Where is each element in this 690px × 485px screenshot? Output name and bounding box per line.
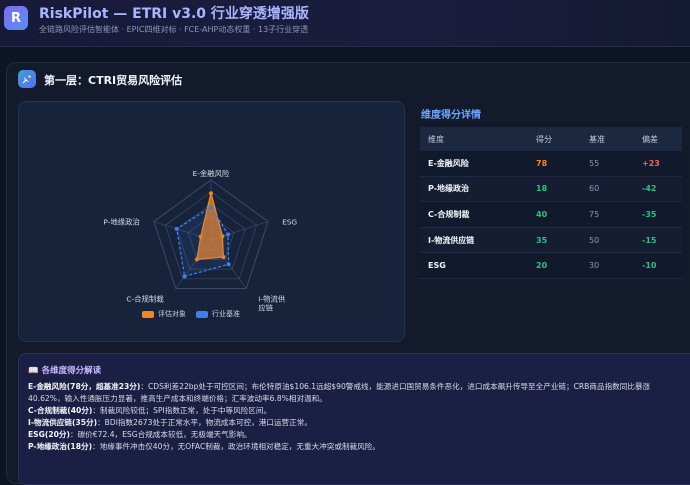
app-title: RiskPilot — ETRI v3.0 行业穿透增强版	[39, 6, 309, 22]
radar-series-benchmark	[176, 206, 230, 278]
row-deviation: +23	[634, 151, 682, 177]
radar-chart-panel: E-金融风险 ESG I-物流供应链 C-合规制裁 P-地缘政治	[18, 101, 405, 342]
app-header: R RiskPilot — ETRI v3.0 行业穿透增强版 全链路风险评估智…	[0, 0, 690, 47]
radar-axis-label: C-合规制裁	[126, 295, 164, 304]
row-score: 78	[528, 151, 581, 177]
table-row: ESG 20 30 -10	[420, 252, 682, 279]
row-score: 40	[528, 201, 581, 228]
table-row: P-地缘政治 18 60 -42	[420, 176, 682, 203]
interpretation-item-head: C-合规制裁(40分)	[28, 406, 93, 415]
radar-point-benchmark	[226, 262, 231, 267]
row-deviation: -42	[634, 176, 682, 203]
interpretation-item-head: E-金融风险(78分，超基准23分)	[28, 382, 141, 391]
detail-title: 维度得分详情	[421, 110, 481, 121]
interpretation-item-head: ESG(20分)	[28, 430, 70, 439]
interpretation-item-body: ：碳价€72.4，ESG合规成本较低，无极端天气影响。	[70, 430, 252, 439]
section-title: 第一层：CTRI贸易风险评估	[44, 74, 183, 87]
table-row: E-金融风险 78 55 +23	[420, 151, 682, 177]
row-dimension: E-金融风险	[420, 151, 528, 177]
interpretation-item-body: ：制裁风险较低；SPI指数正常，处于中等风险区间。	[92, 406, 272, 415]
row-deviation: -35	[634, 201, 682, 228]
radar-axis-label: I-物流供应链	[258, 295, 286, 313]
interpretation-item: C-合规制裁(40分)：制裁风险较低；SPI指数正常，处于中等风险区间。	[28, 405, 678, 417]
score-table: 维度 得分 基准 偏差 E-金融风险 78 55 +23 P-地缘政治 18 6…	[420, 127, 682, 279]
radar-axis-label: ESG	[282, 217, 297, 226]
legend-swatch-subject	[142, 310, 154, 318]
interpretation-title: 📖 各维度得分解读	[28, 364, 101, 376]
satellite-icon	[18, 70, 36, 88]
col-dimension: 维度	[420, 127, 528, 151]
row-standard: 60	[581, 176, 634, 203]
interpretation-item: ESG(20分)：碳价€72.4，ESG合规成本较低，无极端天气影响。	[28, 429, 678, 441]
row-score: 20	[528, 252, 581, 279]
radar-point-subject	[209, 191, 213, 196]
radar-point-benchmark	[182, 274, 187, 279]
legend-item-benchmark[interactable]: 行业基准	[196, 309, 240, 319]
row-deviation: -10	[634, 252, 682, 279]
app-logo: R	[4, 6, 28, 30]
row-standard: 75	[581, 201, 634, 228]
radar-point-benchmark	[174, 226, 179, 231]
radar-point-benchmark	[209, 205, 213, 209]
col-standard: 基准	[581, 127, 634, 151]
interpretation-item: P-地缘政治(18分)：地缘事件冲击仅40分，无OFAC制裁，政治环境相对稳定，…	[28, 441, 678, 453]
radar-axis-label: E-金融风险	[193, 169, 231, 178]
row-dimension: C-合规制裁	[420, 201, 528, 228]
col-score: 得分	[528, 127, 581, 151]
interpretation-text: E-金融风险(78分，超基准23分)：CDS利差22bp处于可控区间；布伦特原油…	[28, 381, 678, 453]
interpretation-title-text: 各维度得分解读	[41, 366, 102, 376]
book-icon: 📖	[28, 366, 39, 376]
interpretation-item-head: I-物流供应链(35分)	[28, 418, 98, 427]
legend-item-subject[interactable]: 评估对象	[142, 309, 186, 319]
legend-label-benchmark: 行业基准	[212, 310, 240, 318]
table-row: C-合规制裁 40 75 -35	[420, 201, 682, 228]
row-deviation: -15	[634, 227, 682, 254]
interpretation-item-body: ：地缘事件冲击仅40分，无OFAC制裁，政治环境相对稳定，无重大冲突或制裁风险。	[92, 442, 380, 451]
score-table-header: 维度 得分 基准 偏差	[420, 127, 682, 151]
row-dimension: I-物流供应链	[420, 227, 528, 254]
legend-label-subject: 评估对象	[158, 310, 186, 318]
radar-point-benchmark	[226, 232, 231, 237]
row-dimension: ESG	[420, 252, 528, 279]
interpretation-item: I-物流供应链(35分)：BDI指数2673处于正常水平，物流成本可控，港口运营…	[28, 417, 678, 429]
table-row: I-物流供应链 35 50 -15	[420, 227, 682, 254]
row-standard: 55	[581, 151, 634, 177]
radar-chart: E-金融风险 ESG I-物流供应链 C-合规制裁 P-地缘政治	[103, 169, 297, 313]
legend-swatch-benchmark	[196, 310, 208, 318]
row-score: 35	[528, 227, 581, 254]
chart-legend: 评估对象 行业基准	[142, 309, 240, 319]
row-standard: 50	[581, 227, 634, 254]
row-standard: 30	[581, 252, 634, 279]
interpretation-item-body: ：BDI指数2673处于正常水平，物流成本可控，港口运营正常。	[97, 418, 312, 427]
radar-axis-label: P-地缘政治	[103, 217, 140, 226]
interpretation-item: E-金融风险(78分，超基准23分)：CDS利差22bp处于可控区间；布伦特原油…	[28, 381, 678, 405]
col-deviation: 偏差	[634, 127, 682, 151]
row-score: 18	[528, 176, 581, 203]
app-subtitle: 全链路风险评估智能体 · EPIC四维对标 · FCE-AHP动态权重 · 13…	[39, 25, 309, 34]
interpretation-item-head: P-地缘政治(18分)	[28, 442, 93, 451]
row-dimension: P-地缘政治	[420, 176, 528, 203]
